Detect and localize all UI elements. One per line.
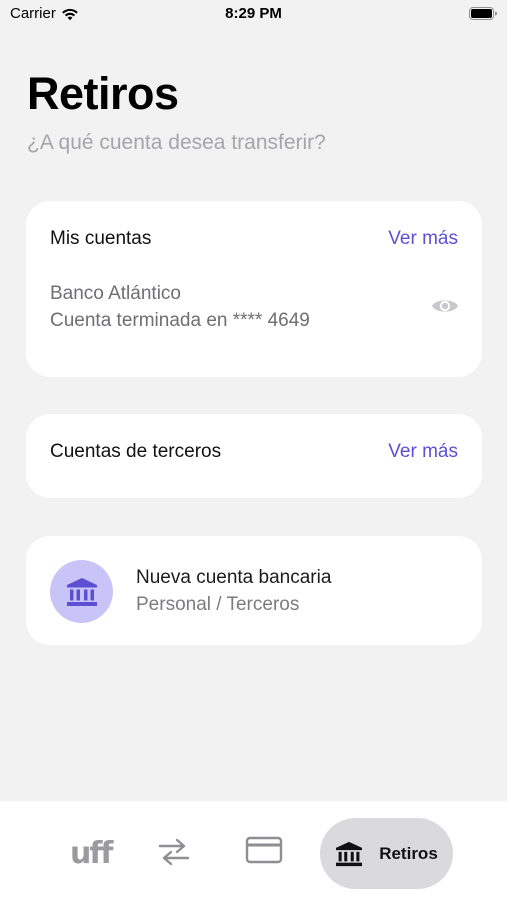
nueva-cuenta-title: Nueva cuenta bancaria [136, 567, 332, 588]
mis-cuentas-card: Mis cuentas Ver más Banco Atlántico Cuen… [26, 201, 482, 377]
bank-icon [336, 841, 363, 866]
account-number[interactable]: Cuenta terminada en **** 4649 [50, 310, 310, 332]
nueva-cuenta-card[interactable]: Nueva cuenta bancaria Personal / Tercero… [26, 536, 482, 645]
tab-retiros-active[interactable]: Retiros [320, 818, 453, 889]
mis-cuentas-title: Mis cuentas [50, 228, 152, 249]
transfer-arrows-icon[interactable] [157, 837, 191, 867]
nueva-cuenta-subtitle: Personal / Terceros [136, 594, 300, 615]
mis-cuentas-ver-mas-link[interactable]: Ver más [388, 228, 458, 250]
tab-retiros-label: Retiros [379, 843, 438, 863]
eye-icon[interactable] [430, 295, 460, 317]
page-title: Retiros [27, 68, 179, 119]
status-bar: Carrier 8:29 PM [0, 0, 507, 28]
battery-icon [469, 7, 497, 20]
tab-uff[interactable]: uff [70, 836, 113, 871]
page-subtitle: ¿A qué cuenta desea transferir? [27, 131, 326, 154]
status-time: 8:29 PM [225, 5, 282, 22]
account-bank-name[interactable]: Banco Atlántico [50, 283, 181, 305]
bank-icon [66, 577, 97, 606]
card-icon[interactable] [245, 836, 283, 864]
cuentas-terceros-card: Cuentas de terceros Ver más [26, 414, 482, 498]
bank-icon-circle [50, 560, 113, 623]
tab-bar: uff Retiros [0, 801, 507, 900]
cuentas-terceros-title: Cuentas de terceros [50, 441, 222, 462]
cuentas-terceros-ver-mas-link[interactable]: Ver más [388, 441, 458, 463]
